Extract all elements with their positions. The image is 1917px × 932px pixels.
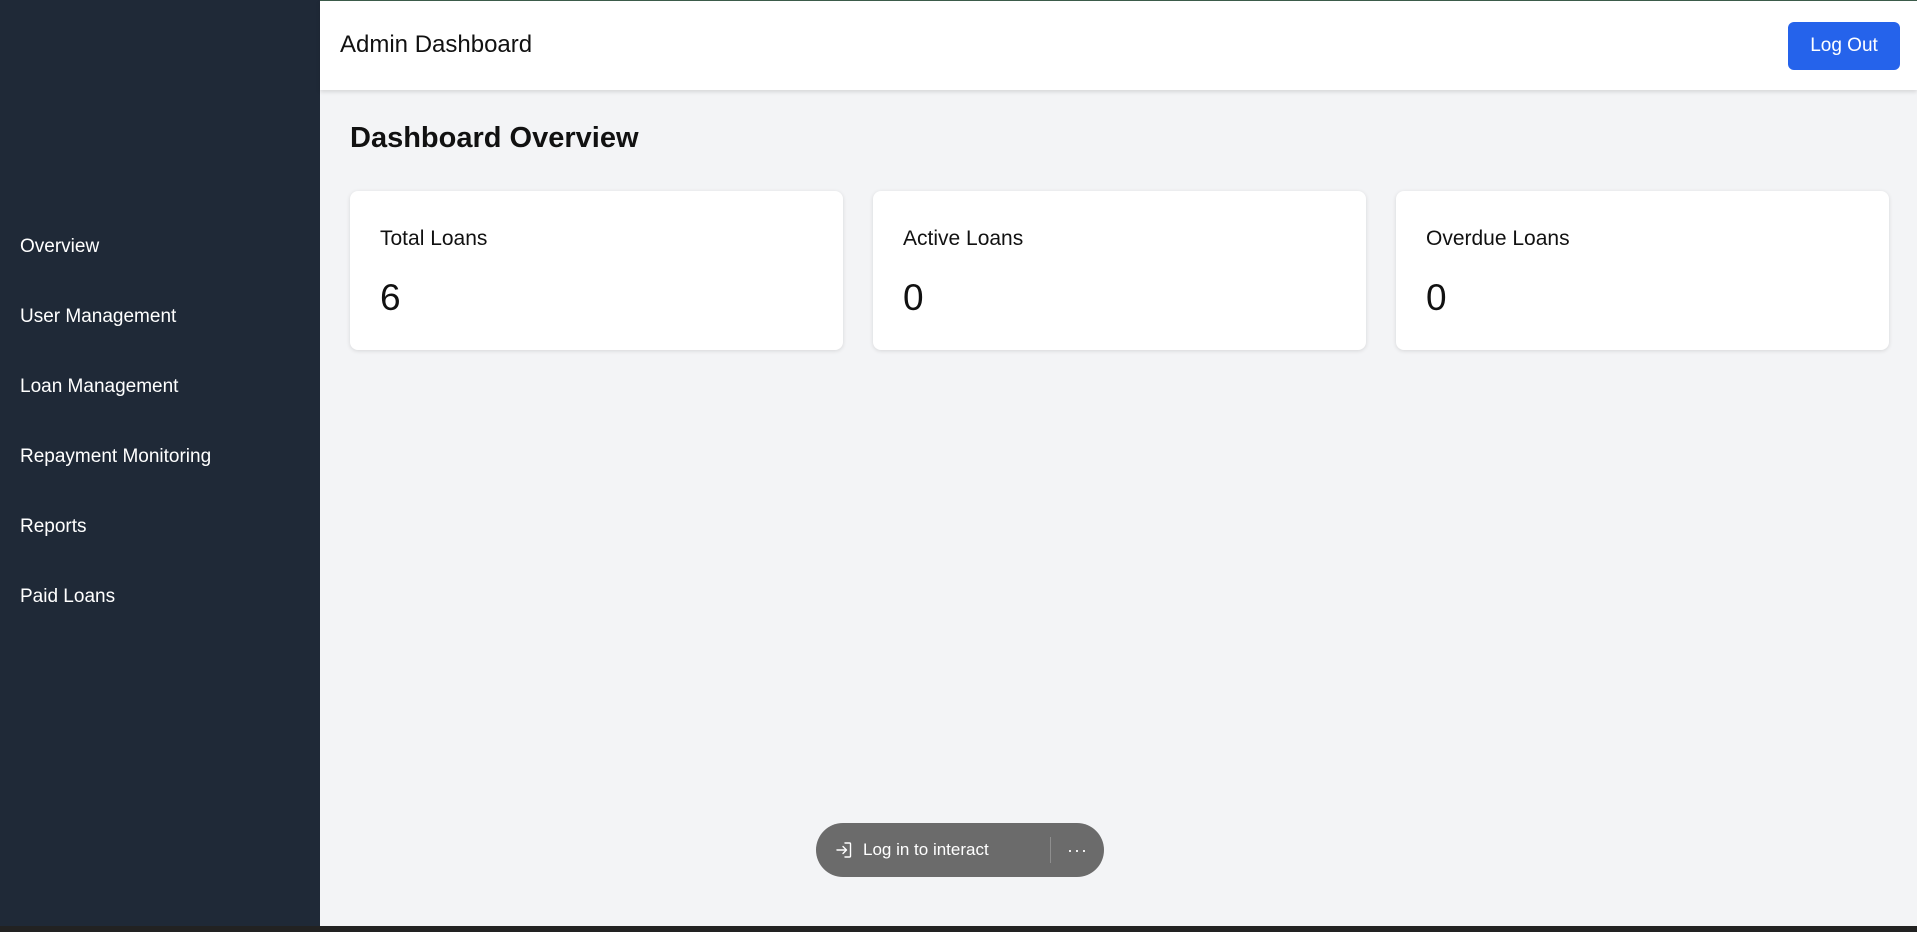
more-horizontal-icon: ··· xyxy=(1067,839,1088,860)
sidebar-item-repayment-monitoring[interactable]: Repayment Monitoring xyxy=(0,422,320,492)
stat-card-overdue-loans: Overdue Loans 0 xyxy=(1396,191,1889,350)
app-root: Overview User Management Loan Management… xyxy=(0,0,1917,932)
app-title: Admin Dashboard xyxy=(340,31,533,58)
login-arrow-icon xyxy=(836,842,852,858)
sidebar-item-label: Overview xyxy=(20,236,100,257)
sidebar-item-overview[interactable]: Overview xyxy=(0,212,320,282)
stat-card-label: Overdue Loans xyxy=(1426,227,1570,250)
sidebar-item-loan-management[interactable]: Loan Management xyxy=(0,352,320,422)
stat-card-value: 0 xyxy=(903,277,924,318)
sidebar-item-reports[interactable]: Reports xyxy=(0,492,320,562)
stat-card-label: Total Loans xyxy=(380,227,488,250)
more-options-button[interactable]: ··· xyxy=(1051,823,1104,877)
sidebar: Overview User Management Loan Management… xyxy=(0,0,320,932)
stat-card-value: 0 xyxy=(1426,277,1447,318)
logout-button[interactable]: Log Out xyxy=(1788,22,1900,70)
stat-card-active-loans: Active Loans 0 xyxy=(873,191,1366,350)
page-title: Dashboard Overview xyxy=(350,122,639,154)
sidebar-item-label: Repayment Monitoring xyxy=(20,446,212,467)
sidebar-item-paid-loans[interactable]: Paid Loans xyxy=(0,562,320,632)
sidebar-nav: Overview User Management Loan Management… xyxy=(0,212,320,632)
login-toast: Log in to interact ··· xyxy=(816,823,1104,877)
main-content: Dashboard Overview Total Loans 6 Active … xyxy=(320,90,1917,926)
stat-card-label: Active Loans xyxy=(903,227,1024,250)
stat-card-total-loans: Total Loans 6 xyxy=(350,191,843,350)
stat-cards: Total Loans 6 Active Loans 0 Overdue Loa… xyxy=(350,191,1889,350)
top-header: Admin Dashboard Log Out xyxy=(320,0,1917,90)
sidebar-item-label: Loan Management xyxy=(20,376,179,397)
sidebar-item-label: Reports xyxy=(20,516,87,537)
sidebar-item-label: User Management xyxy=(20,306,177,327)
sidebar-item-label: Paid Loans xyxy=(20,586,116,607)
sidebar-item-user-management[interactable]: User Management xyxy=(0,282,320,352)
stat-card-value: 6 xyxy=(380,277,401,318)
login-to-interact-label: Log in to interact xyxy=(863,840,989,859)
login-to-interact-button[interactable]: Log in to interact xyxy=(816,823,1050,877)
window-bottom-edge xyxy=(0,926,1917,932)
